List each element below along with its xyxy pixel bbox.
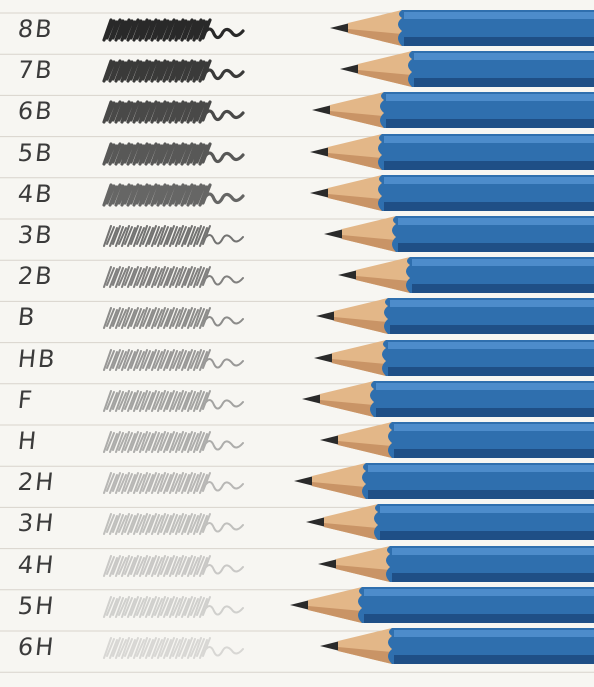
grade-row: H [0,420,594,461]
grade-row: 4H [0,544,594,585]
pencil-icon [338,257,594,294]
pencil-icon [316,298,594,335]
pencil-icon [320,628,594,664]
pencil-icon [290,586,594,623]
pencil-icon [314,339,594,376]
pencil-icon [340,51,594,88]
pencil-grade-photo: 8B 7B 6B 5B 4B 3B 2B B HB F H 2H 3H 4H 5H 6H [0,0,594,687]
grade-row: 6B [0,90,594,131]
pencil-icon [310,133,594,170]
pencil-icon [320,422,594,458]
pencil-icon [324,216,594,252]
grade-row: 3B [0,214,594,255]
grade-row: 7B [0,49,594,90]
grade-row: 4B [0,173,594,214]
pencil-icon [330,10,594,46]
grade-row: 5H [0,585,594,626]
grade-row: F [0,379,594,420]
grade-row: 8B [0,8,594,49]
pencil-icon [294,463,594,500]
grade-row: 2B [0,255,594,296]
grade-row: 5B [0,132,594,173]
pencil-icon [306,504,594,541]
pencil-icon [310,174,594,211]
grade-row: HB [0,338,594,379]
pencil-icon [312,92,594,129]
grade-row: B [0,296,594,337]
grade-row: 2H [0,461,594,502]
grade-row: 6H [0,626,594,667]
grade-row: 3H [0,502,594,543]
pencil-icon [302,380,594,417]
pencil-icon [318,545,594,582]
